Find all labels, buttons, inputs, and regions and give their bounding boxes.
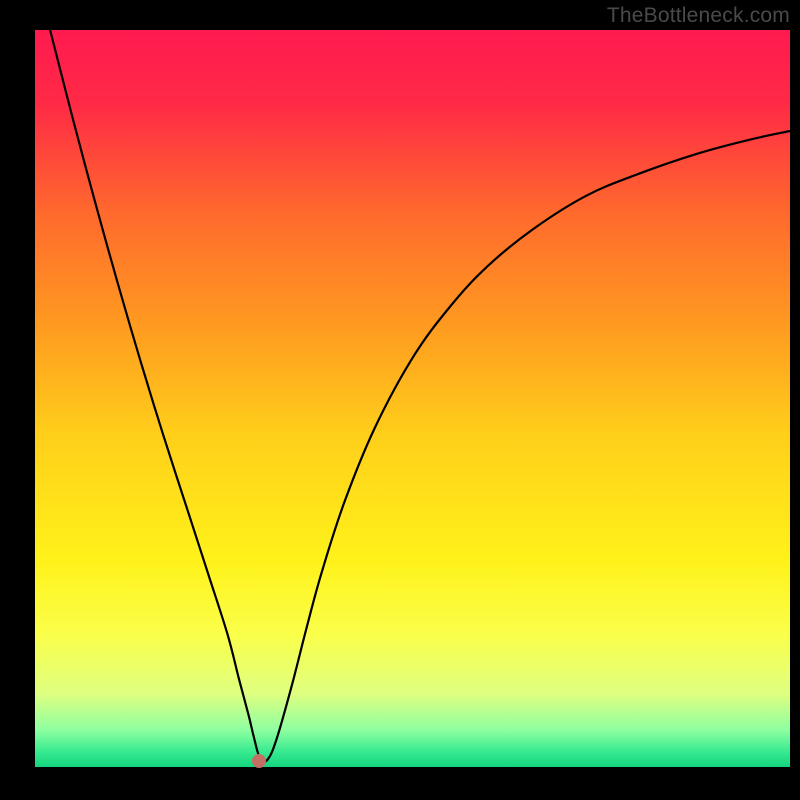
plot-frame xyxy=(35,30,790,767)
marker-dot xyxy=(252,754,266,768)
bottleneck-curve xyxy=(35,30,790,767)
chart-container: TheBottleneck.com xyxy=(0,0,800,800)
watermark-text: TheBottleneck.com xyxy=(607,4,790,28)
